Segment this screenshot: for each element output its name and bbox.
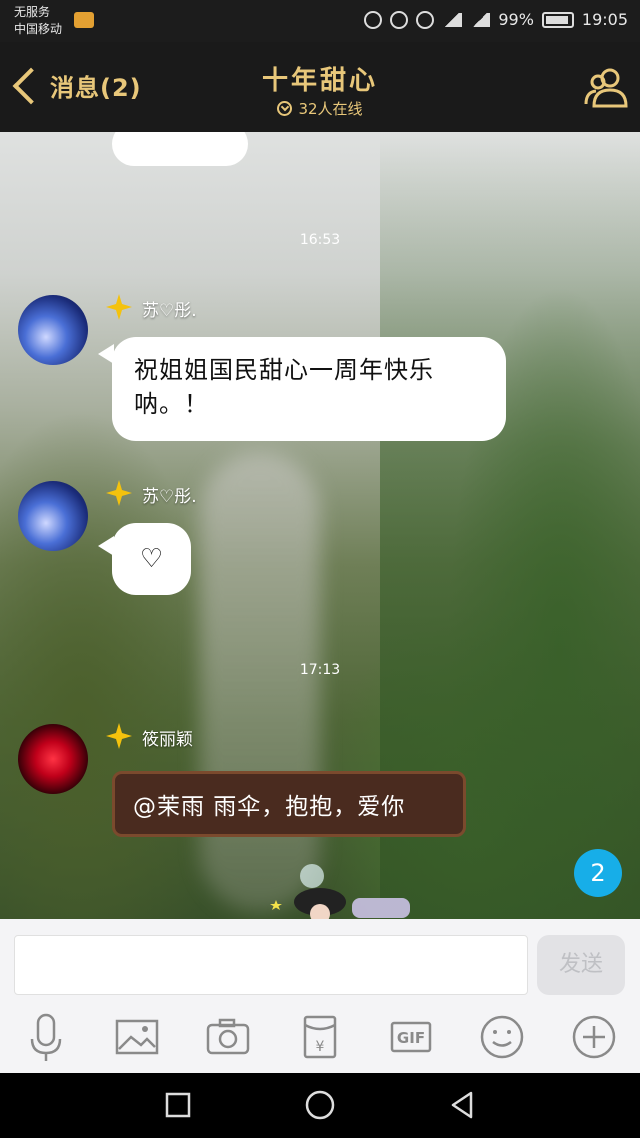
previous-message-bubble[interactable]: [112, 132, 248, 166]
online-count[interactable]: 32人在线: [0, 98, 640, 119]
status-bar: 无服务 中国移动 99% 19:05: [0, 0, 640, 42]
message-bubble[interactable]: 祝姐姐国民甜心一周年快乐呐。！: [112, 337, 506, 441]
message-bubble[interactable]: ♡: [112, 523, 191, 595]
wifi-icon: [442, 12, 463, 27]
svg-text:¥: ¥: [316, 1039, 325, 1055]
emoji-icon[interactable]: [478, 1011, 526, 1063]
mail-icon: [74, 12, 94, 28]
system-navigation-bar: [0, 1073, 640, 1138]
eye-icon: [416, 10, 435, 29]
nfc-icon: [364, 10, 383, 29]
sender-name[interactable]: 筱丽颖: [142, 725, 193, 750]
chat-message-list[interactable]: 16:53 苏♡彤. 祝姐姐国民甜心一周年快乐呐。！ 苏♡彤. ♡ 17:13 …: [0, 132, 640, 919]
back-triangle-icon[interactable]: [446, 1089, 478, 1121]
carrier-line2: 中国移动: [14, 22, 63, 36]
recent-apps-icon[interactable]: [162, 1089, 194, 1121]
sender-name[interactable]: 苏♡彤.: [142, 482, 197, 507]
message-input[interactable]: [14, 935, 528, 995]
carrier-line1: 无服务: [14, 5, 51, 19]
online-count-text: 32人在线: [298, 100, 363, 118]
background-path: [200, 452, 320, 912]
home-icon[interactable]: [304, 1089, 336, 1121]
group-title: 十年甜心: [261, 66, 378, 96]
group-members-icon[interactable]: [584, 64, 630, 110]
red-packet-icon[interactable]: ¥: [296, 1011, 344, 1063]
camera-icon[interactable]: [204, 1011, 252, 1063]
nav-bar: 消息(2) 十年甜心 32人在线: [0, 42, 640, 132]
sparkle-icon: [106, 480, 132, 506]
message-bubble[interactable]: @茉雨 雨伞，抱抱，爱你: [112, 771, 466, 837]
alarm-icon: [390, 10, 409, 29]
chevron-down-circle-icon: [277, 101, 293, 116]
sticker-character-icon: [270, 864, 410, 919]
avatar[interactable]: [18, 481, 88, 551]
svg-text:GIF: GIF: [397, 1029, 425, 1047]
timestamp: 16:53: [299, 232, 341, 248]
battery-icon: [541, 11, 574, 28]
sparkle-icon: [106, 723, 132, 749]
send-button[interactable]: 发送: [537, 935, 625, 995]
clock: 19:05: [581, 10, 628, 29]
sparkle-icon: [106, 294, 132, 320]
image-icon[interactable]: [113, 1011, 161, 1063]
avatar[interactable]: [18, 295, 88, 365]
plus-icon[interactable]: [570, 1011, 618, 1063]
battery-percent: 99%: [498, 10, 534, 29]
avatar[interactable]: [18, 724, 88, 794]
status-indicators: 99% 19:05: [364, 10, 628, 29]
gif-icon[interactable]: GIF: [387, 1011, 435, 1063]
new-message-badge[interactable]: 2: [574, 849, 622, 897]
carrier-info: 无服务 中国移动: [14, 4, 62, 38]
sender-name[interactable]: 苏♡彤.: [142, 296, 197, 321]
signal-icon: [470, 12, 491, 27]
input-area: 发送 ¥ GIF: [0, 919, 640, 1073]
microphone-icon[interactable]: [22, 1011, 70, 1063]
input-toolbar: ¥ GIF: [0, 1011, 640, 1067]
timestamp: 17:13: [299, 662, 341, 678]
